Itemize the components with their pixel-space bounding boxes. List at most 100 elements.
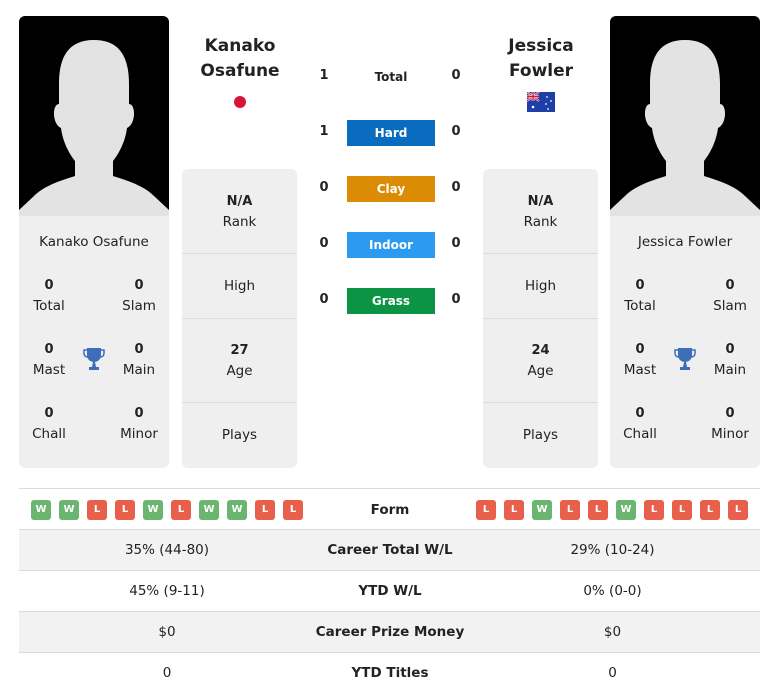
- titles-slam: 0 Slam: [700, 276, 760, 316]
- titles-main-value: 0: [725, 342, 735, 357]
- titles-main-value: 0: [134, 342, 144, 357]
- form-badge-win[interactable]: W: [199, 500, 219, 520]
- titles-main: 0 Main: [700, 340, 760, 380]
- titles-slam-value: 0: [134, 278, 144, 293]
- info-high-label: High: [223, 278, 256, 294]
- player-left-heading[interactable]: Kanako Osafune: [175, 34, 305, 84]
- form-badge-loss[interactable]: L: [728, 500, 748, 520]
- form-badge-loss[interactable]: L: [700, 500, 720, 520]
- titles-main: 0 Main: [109, 340, 169, 380]
- h2h-right-value: 0: [451, 236, 461, 251]
- info-plays-label: Plays: [522, 427, 559, 443]
- titles-total-label: Total: [33, 298, 65, 314]
- titles-chall-value: 0: [635, 406, 645, 421]
- form-label: Form: [370, 502, 410, 518]
- titles-slam-label: Slam: [122, 298, 156, 314]
- right-value: 0% (0-0): [583, 583, 642, 599]
- titles-mast-value: 0: [635, 342, 645, 357]
- h2h-left-value: 0: [319, 180, 329, 195]
- titles-minor: 0 Minor: [109, 404, 169, 444]
- surface-badge-hard[interactable]: Hard: [347, 120, 435, 146]
- titles-total-value: 0: [635, 278, 645, 293]
- h2h-left-value: 1: [319, 68, 329, 83]
- player-left-info: N/A Rank High 27 Age Plays: [182, 169, 297, 468]
- form-badge-win[interactable]: W: [616, 500, 636, 520]
- row-label: YTD W/L: [358, 583, 422, 599]
- h2h-right-value: 0: [451, 124, 461, 139]
- info-age-value: 27: [230, 343, 249, 358]
- titles-total-value: 0: [44, 278, 54, 293]
- titles-minor-label: Minor: [120, 426, 158, 442]
- left-value: 0: [162, 665, 172, 681]
- form-badge-loss[interactable]: L: [588, 500, 608, 520]
- titles-slam-value: 0: [725, 278, 735, 293]
- surface-badge-clay[interactable]: Clay: [347, 176, 435, 202]
- titles-slam: 0 Slam: [109, 276, 169, 316]
- left-value: 45% (9-11): [129, 583, 205, 599]
- player-right-photo: [610, 16, 760, 216]
- form-badge-loss[interactable]: L: [476, 500, 496, 520]
- table-top-divider: [19, 488, 760, 489]
- info-age-label: Age: [527, 363, 554, 379]
- table-row-ytd-titles: 0 YTD Titles 0: [19, 653, 760, 694]
- japan-flag-icon: [234, 96, 246, 108]
- info-age-label: Age: [226, 363, 253, 379]
- h2h-right-value: 0: [451, 292, 461, 307]
- form-badge-win[interactable]: W: [143, 500, 163, 520]
- player-left-photo: [19, 16, 169, 216]
- player-left-titles-card: Kanako Osafune 0 Total 0 Slam 0 Mast 0 M…: [19, 216, 169, 468]
- titles-chall: 0 Chall: [610, 404, 670, 444]
- form-badge-win[interactable]: W: [59, 500, 79, 520]
- form-badge-loss[interactable]: L: [283, 500, 303, 520]
- right-value: 0: [608, 665, 617, 681]
- surface-badge-grass[interactable]: Grass: [347, 288, 435, 314]
- player-left-name[interactable]: Kanako Osafune: [19, 234, 169, 250]
- row-label: Career Total W/L: [327, 542, 453, 558]
- info-rank-value: N/A: [226, 194, 253, 209]
- form-badge-loss[interactable]: L: [644, 500, 664, 520]
- form-badge-win[interactable]: W: [31, 500, 51, 520]
- australia-flag-icon: [527, 92, 555, 112]
- player-right-first-name: Jessica: [508, 36, 574, 56]
- info-age-value: 24: [531, 343, 550, 358]
- info-high-label: High: [524, 278, 557, 294]
- form-badge-win[interactable]: W: [532, 500, 552, 520]
- titles-minor-label: Minor: [711, 426, 749, 442]
- surface-badge-indoor[interactable]: Indoor: [347, 232, 435, 258]
- titles-mast-value: 0: [44, 342, 54, 357]
- info-plays-label: Plays: [221, 427, 258, 443]
- info-rank: N/A Rank: [182, 169, 297, 254]
- table-row-career-total-wl: 35% (44-80) Career Total W/L 29% (10-24): [19, 530, 760, 571]
- info-age: 24 Age: [483, 319, 598, 403]
- info-plays: Plays: [483, 403, 598, 468]
- player-right-name[interactable]: Jessica Fowler: [610, 234, 760, 250]
- titles-minor-value: 0: [725, 406, 735, 421]
- form-badge-loss[interactable]: L: [672, 500, 692, 520]
- form-badge-loss[interactable]: L: [87, 500, 107, 520]
- h2h-left-value: 0: [319, 292, 329, 307]
- info-rank-value: N/A: [527, 194, 554, 209]
- trophy-icon: [674, 348, 696, 370]
- form-badge-loss[interactable]: L: [560, 500, 580, 520]
- titles-total: 0 Total: [610, 276, 670, 316]
- form-badge-loss[interactable]: L: [255, 500, 275, 520]
- player-right-last-name: Fowler: [508, 61, 574, 81]
- titles-mast-label: Mast: [32, 362, 66, 378]
- form-badge-win[interactable]: W: [227, 500, 247, 520]
- silhouette-icon: [19, 40, 169, 216]
- player-right-heading[interactable]: Jessica Fowler: [476, 34, 606, 84]
- titles-mast: 0 Mast: [19, 340, 79, 380]
- titles-minor-value: 0: [134, 406, 144, 421]
- form-badge-loss[interactable]: L: [504, 500, 524, 520]
- player-left-form: WWLLWLWWLL: [31, 500, 303, 520]
- info-high: High: [483, 254, 598, 319]
- row-label: YTD Titles: [351, 665, 429, 681]
- h2h-surface-label: Total: [374, 70, 408, 84]
- h2h-right-value: 0: [451, 180, 461, 195]
- titles-total-label: Total: [624, 298, 656, 314]
- player-right-info: N/A Rank High 24 Age Plays: [483, 169, 598, 468]
- titles-chall: 0 Chall: [19, 404, 79, 444]
- form-badge-loss[interactable]: L: [171, 500, 191, 520]
- h2h-row-clay: 0 Clay 0: [300, 176, 480, 202]
- form-badge-loss[interactable]: L: [115, 500, 135, 520]
